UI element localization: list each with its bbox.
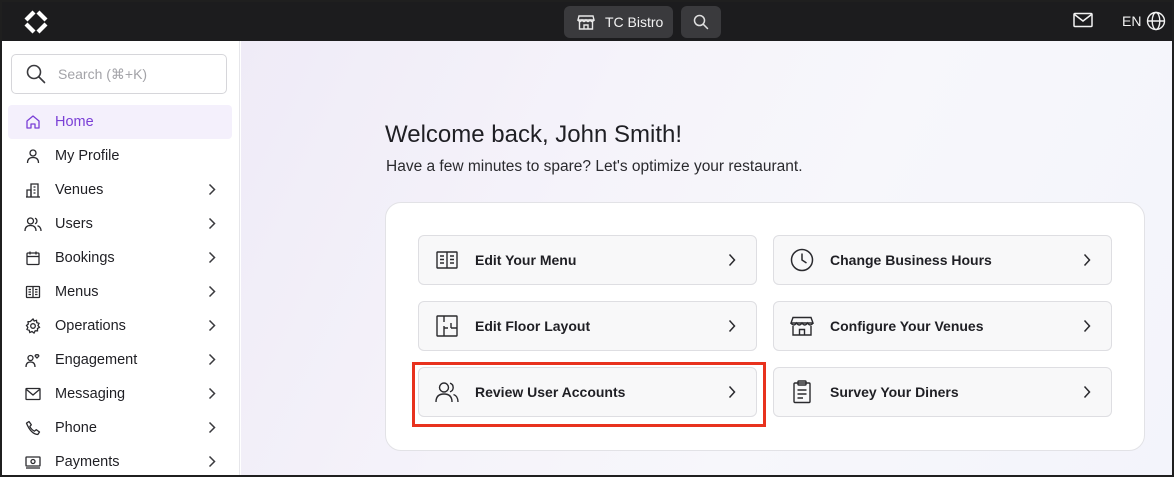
action-label: Configure Your Venues [830,318,984,334]
survey-diners-button[interactable]: Survey Your Diners [773,367,1112,417]
configure-venues-button[interactable]: Configure Your Venues [773,301,1112,351]
action-label: Edit Your Menu [475,252,577,268]
page-subtitle: Have a few minutes to spare? Let's optim… [386,158,803,175]
clipboard-icon [790,380,814,404]
user-icon [24,147,42,165]
sidebar-item-label: Phone [55,420,97,436]
chevron-right-icon [208,455,216,468]
chevron-right-icon [208,217,216,230]
page-title: Welcome back, John Smith! [385,121,683,148]
language-selector[interactable]: EN [1122,11,1166,31]
logo-icon[interactable] [22,8,50,36]
sidebar-item-bookings[interactable]: Bookings [8,241,232,275]
chevron-right-icon [208,353,216,366]
venue-name: TC Bistro [605,14,664,30]
storefront-icon [790,314,814,338]
clock-icon [790,248,814,272]
sidebar-item-my-profile[interactable]: My Profile [8,139,232,173]
book-icon [24,283,42,301]
gear-icon [24,317,42,335]
global-search-button[interactable] [681,6,721,38]
sidebar-nav: Home My Profile Venues Users Bookings Me… [8,105,232,475]
chevron-right-icon [208,387,216,400]
action-label: Change Business Hours [830,252,992,268]
calendar-icon [24,249,42,267]
sidebar-item-label: Payments [55,454,120,470]
action-label: Survey Your Diners [830,384,959,400]
globe-icon [1147,11,1166,31]
sidebar-item-label: Operations [55,318,126,334]
action-label: Review User Accounts [475,384,626,400]
engagement-icon [24,351,42,369]
chevron-right-icon [208,285,216,298]
chevron-right-icon [1083,319,1091,333]
building-icon [24,181,42,199]
search-icon [26,64,46,84]
menu-book-icon [435,248,459,272]
sidebar-item-label: Messaging [55,386,126,402]
mail-icon [24,385,42,403]
edit-menu-button[interactable]: Edit Your Menu [418,235,757,285]
phone-icon [24,419,42,437]
sidebar-item-messaging[interactable]: Messaging [8,377,232,411]
main-content: Welcome back, John Smith! Have a few min… [241,41,1172,475]
sidebar-item-venues[interactable]: Venues [8,173,232,207]
sidebar-item-operations[interactable]: Operations [8,309,232,343]
review-user-accounts-button[interactable]: Review User Accounts [418,367,757,417]
storefront-icon [577,15,595,30]
sidebar-item-menus[interactable]: Menus [8,275,232,309]
chevron-right-icon [728,253,736,267]
venue-selector-button[interactable]: TC Bistro [564,6,673,38]
sidebar-item-engagement[interactable]: Engagement [8,343,232,377]
change-business-hours-button[interactable]: Change Business Hours [773,235,1112,285]
quick-actions-card: Edit Your Menu Change Business Hours Edi… [385,202,1145,451]
chevron-right-icon [1083,253,1091,267]
sidebar: Home My Profile Venues Users [2,41,240,475]
sidebar-item-label: Menus [55,284,99,300]
sidebar-search[interactable] [11,54,227,94]
chevron-right-icon [728,319,736,333]
users-icon [24,215,42,233]
sidebar-item-label: Venues [55,182,104,198]
users-icon [435,380,459,404]
language-code: EN [1122,13,1142,29]
app-window: TC Bistro EN Search (⌘+K) Home My Profil… [0,0,1174,477]
chevron-right-icon [1083,385,1091,399]
payment-icon [24,453,42,471]
mail-icon [1073,12,1093,28]
home-icon [24,113,42,131]
sidebar-item-label: Users [55,216,93,232]
chevron-right-icon [208,421,216,434]
sidebar-item-phone[interactable]: Phone [8,411,232,445]
sidebar-item-home[interactable]: Home [8,105,232,139]
chevron-right-icon [208,183,216,196]
messages-button[interactable] [1073,12,1093,33]
edit-floor-layout-button[interactable]: Edit Floor Layout [418,301,757,351]
sidebar-item-label: Home [55,114,94,130]
sidebar-item-users[interactable]: Users [8,207,232,241]
search-icon [693,14,709,30]
floor-plan-icon [435,314,459,338]
chevron-right-icon [208,319,216,332]
search-input[interactable] [58,66,208,82]
chevron-right-icon [208,251,216,264]
sidebar-item-label: Engagement [55,352,138,368]
sidebar-item-label: My Profile [55,148,120,164]
action-label: Edit Floor Layout [475,318,591,334]
sidebar-item-payments[interactable]: Payments [8,445,232,475]
top-bar: TC Bistro EN [2,2,1172,41]
chevron-right-icon [728,385,736,399]
sidebar-item-label: Bookings [55,250,115,266]
